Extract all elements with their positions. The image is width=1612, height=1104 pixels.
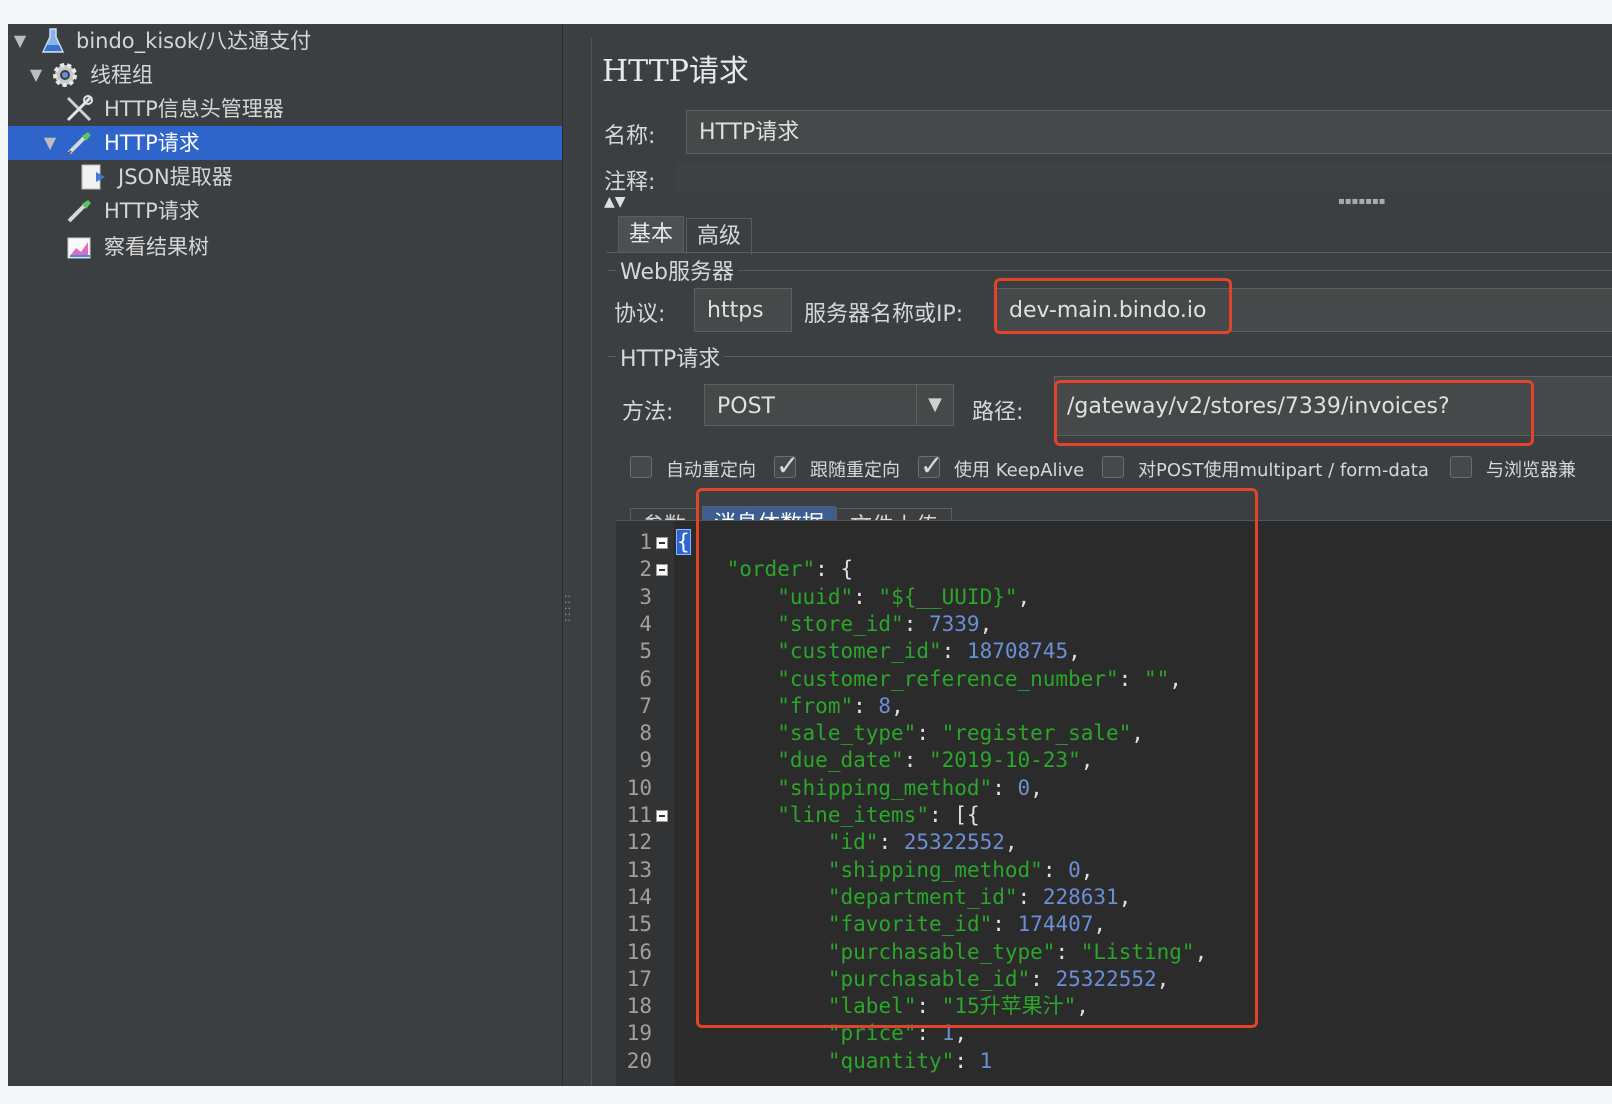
http-group-border [608,356,1612,357]
tree-item-label: JSON提取器 [118,165,233,189]
pipette-icon [64,128,94,158]
line-number: 3 [639,584,652,609]
server-label: 服务器名称或IP: [804,302,964,327]
tree-item-http-request-selected[interactable]: ▼ HTTP请求 [8,126,562,160]
tree-item-label: HTTP请求 [104,199,200,223]
tree-item-label: HTTP信息头管理器 [104,97,284,121]
name-label: 名称: [604,124,656,149]
panel-title: HTTP请求 [602,54,749,89]
tree-item-thread-group[interactable]: ▼ 线程组 [8,58,562,92]
body-highlight-box [696,488,1258,1028]
multipart-label: 对POST使用multipart / form-data [1138,460,1429,481]
multipart-checkbox[interactable] [1102,456,1124,478]
line-number: 16 [626,939,652,964]
auto-redirect-checkbox[interactable] [630,456,652,478]
http-group-title: HTTP请求 [616,341,725,373]
method-select[interactable]: POST ▼ [704,384,954,426]
keepalive-label: 使用 KeepAlive [954,460,1085,481]
fold-toggle-icon[interactable] [656,810,668,822]
expand-arrow-icon[interactable]: ▼ [12,24,28,58]
line-number: 4 [639,611,652,636]
protocol-label: 协议: [614,302,666,327]
collapse-toggle-icon[interactable]: ▲▼ [604,194,626,210]
line-number: 9 [639,748,652,773]
line-number: 5 [639,639,652,664]
follow-redirect-label: 跟随重定向 [810,460,900,481]
extractor-icon [78,162,108,192]
chevron-down-icon[interactable]: ▼ [916,385,953,425]
tree-item-json-extractor[interactable]: JSON提取器 [8,160,562,194]
code-line[interactable]: "quantity": 1 [676,1048,992,1075]
auto-redirect-label: 自动重定向 [666,460,756,481]
line-number: 20 [626,1048,652,1073]
browser-compat-label: 与浏览器兼 [1486,460,1576,481]
tree-item-header-manager[interactable]: HTTP信息头管理器 [8,92,562,126]
server-highlight-box [994,278,1232,334]
tree-item-view-results-tree[interactable]: 察看结果树 [8,230,562,264]
keepalive-checkbox[interactable] [918,449,943,482]
resize-grip-icon[interactable]: ▪▪▪▪▪▪▪ [1338,196,1385,207]
flask-icon [38,26,68,56]
line-number: 7 [639,693,652,718]
fold-toggle-icon[interactable] [656,564,668,577]
web-server-group-border [608,270,1612,271]
test-plan-tree: ▼ bindo_kisok/八达通支付 ▼ 线程组 HTTP信息头管理器 ▼ H… [8,24,562,1086]
fold-toggle-icon[interactable] [656,537,668,549]
line-number: 17 [626,966,652,991]
path-label: 路径: [972,400,1024,425]
jmeter-window: ▼ bindo_kisok/八达通支付 ▼ 线程组 HTTP信息头管理器 ▼ H… [8,24,1612,1086]
comment-input[interactable] [676,162,1612,192]
tree-item-test-plan[interactable]: ▼ bindo_kisok/八达通支付 [8,24,562,58]
tools-icon [64,94,94,124]
line-number: 11 [626,803,652,827]
line-number: 12 [626,830,652,855]
tree-item-http-request[interactable]: HTTP请求 [8,194,562,228]
tab-advanced[interactable]: 高级 [686,218,752,255]
browser-compat-checkbox[interactable] [1450,456,1472,478]
line-number: 18 [626,994,652,1019]
web-server-group-title: Web服务器 [616,254,738,286]
pipette-icon [64,196,94,226]
line-number: 13 [626,857,652,882]
chart-icon [64,232,94,262]
path-highlight-box [1054,380,1534,446]
line-number: 10 [626,775,652,800]
protocol-input[interactable]: https [694,288,792,332]
pane-splitter[interactable] [562,24,578,1086]
tab-underline [606,252,1612,253]
follow-redirect-checkbox[interactable] [774,449,799,482]
tab-basic[interactable]: 基本 [618,216,684,253]
method-label: 方法: [622,400,674,425]
code-line[interactable]: { [676,529,691,556]
tree-item-label: 察看结果树 [104,235,209,259]
line-number: 19 [626,1021,652,1046]
line-number: 6 [639,666,652,691]
tree-item-label: 线程组 [90,63,153,87]
name-input[interactable]: HTTP请求 [686,110,1612,154]
gear-icon [50,60,80,90]
method-value: POST [717,394,775,419]
line-number: 2 [639,557,652,582]
line-number: 14 [626,884,652,909]
splitter-grip-icon[interactable]: ·· ·· ·· ·· ·· [564,591,574,626]
expand-arrow-icon[interactable]: ▼ [28,58,44,92]
comment-label: 注释: [604,170,656,195]
expand-arrow-icon[interactable]: ▼ [42,126,58,160]
line-number: 1 [639,530,652,554]
tree-item-label: HTTP请求 [100,126,204,160]
line-number: 8 [639,721,652,746]
tree-item-label: bindo_kisok/八达通支付 [76,29,312,53]
line-number: 15 [626,912,652,937]
